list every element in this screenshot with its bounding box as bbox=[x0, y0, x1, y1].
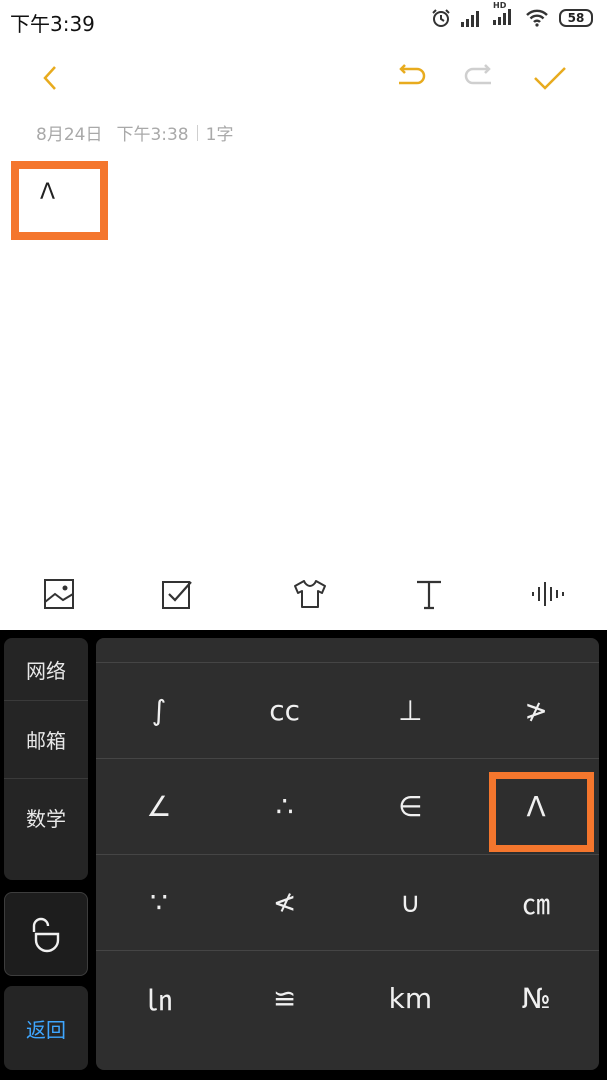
symbol-keyboard: 网络 邮箱 数学 返回 ∫ cc ⊥ ≯ ∠ ∴ ∈ Λ ∵ ≮ ∪ ㎝ ㏑ ≌… bbox=[0, 630, 607, 1080]
symbol-grid: ∫ cc ⊥ ≯ ∠ ∴ ∈ Λ ∵ ≮ ∪ ㎝ ㏑ ≌ km № bbox=[96, 638, 599, 1070]
symbol-key[interactable]: № bbox=[473, 951, 599, 1046]
category-network[interactable]: 网络 bbox=[4, 638, 88, 701]
redo-button[interactable] bbox=[460, 58, 500, 98]
category-email[interactable]: 邮箱 bbox=[4, 701, 88, 779]
symbol-key[interactable]: ∫ bbox=[96, 663, 222, 758]
alarm-icon bbox=[432, 9, 450, 27]
back-button[interactable] bbox=[30, 58, 70, 98]
meta-divider bbox=[196, 124, 198, 141]
symbol-key[interactable]: km bbox=[348, 951, 474, 1046]
symbol-key[interactable]: ∪ bbox=[348, 855, 474, 950]
symbol-row: ㏑ ≌ km № bbox=[96, 951, 599, 1046]
note-meta: 8月24日 下午3:38 1字 bbox=[36, 120, 233, 145]
undo-button[interactable] bbox=[390, 58, 430, 98]
symbol-row: ∫ cc ⊥ ≯ bbox=[96, 663, 599, 759]
symbol-key[interactable]: ㎝ bbox=[473, 855, 599, 950]
symbol-key[interactable]: ㏑ bbox=[96, 951, 222, 1046]
hd-label: HD bbox=[493, 1, 507, 10]
symbol-key[interactable]: ≮ bbox=[222, 855, 348, 950]
chevron-left-icon bbox=[43, 66, 56, 90]
status-bar: 下午3:39 HD 58 bbox=[0, 0, 607, 40]
symbol-row: ∵ ≮ ∪ ㎝ bbox=[96, 855, 599, 951]
highlight-box-key bbox=[489, 772, 594, 852]
highlight-box-note bbox=[11, 161, 108, 240]
insert-checklist-button[interactable] bbox=[157, 574, 197, 614]
voice-icon bbox=[532, 582, 564, 606]
char-count: 1字 bbox=[205, 125, 234, 145]
voice-button[interactable] bbox=[528, 574, 568, 614]
note-time: 下午3:38 bbox=[116, 125, 189, 145]
insert-image-button[interactable] bbox=[39, 574, 79, 614]
redo-icon bbox=[464, 64, 491, 85]
symbol-key[interactable]: ≌ bbox=[222, 951, 348, 1046]
theme-shirt-icon bbox=[294, 580, 326, 608]
text-format-icon bbox=[417, 580, 441, 610]
unlock-icon bbox=[32, 917, 60, 953]
status-icons: HD 58 bbox=[431, 1, 593, 29]
symbol-key[interactable]: cc bbox=[222, 663, 348, 758]
category-math[interactable]: 数学 bbox=[4, 779, 88, 856]
symbol-key[interactable]: ∈ bbox=[348, 759, 474, 854]
symbol-key[interactable]: ≯ bbox=[473, 663, 599, 758]
image-icon bbox=[44, 579, 74, 609]
theme-button[interactable] bbox=[290, 574, 330, 614]
wifi-icon bbox=[526, 9, 548, 27]
signal-icon bbox=[461, 11, 479, 27]
done-button[interactable] bbox=[530, 58, 570, 98]
text-format-button[interactable] bbox=[409, 574, 449, 614]
signal-hd: HD bbox=[493, 1, 515, 29]
lock-button[interactable] bbox=[4, 892, 88, 976]
battery-indicator: 58 bbox=[559, 9, 593, 27]
undo-icon bbox=[399, 64, 426, 85]
note-date: 8月24日 bbox=[36, 125, 103, 145]
return-button[interactable]: 返回 bbox=[4, 986, 88, 1070]
editor-toolbar bbox=[0, 566, 607, 620]
symbol-key[interactable]: ∵ bbox=[96, 855, 222, 950]
symbol-key[interactable]: ∴ bbox=[222, 759, 348, 854]
check-icon bbox=[534, 67, 566, 90]
grid-top-strip bbox=[96, 638, 599, 663]
symbol-key[interactable]: ⊥ bbox=[348, 663, 474, 758]
checkbox-icon bbox=[162, 581, 192, 609]
symbol-key[interactable]: ∠ bbox=[96, 759, 222, 854]
status-time: 下午3:39 bbox=[10, 12, 95, 36]
category-panel: 网络 邮箱 数学 bbox=[4, 638, 88, 880]
